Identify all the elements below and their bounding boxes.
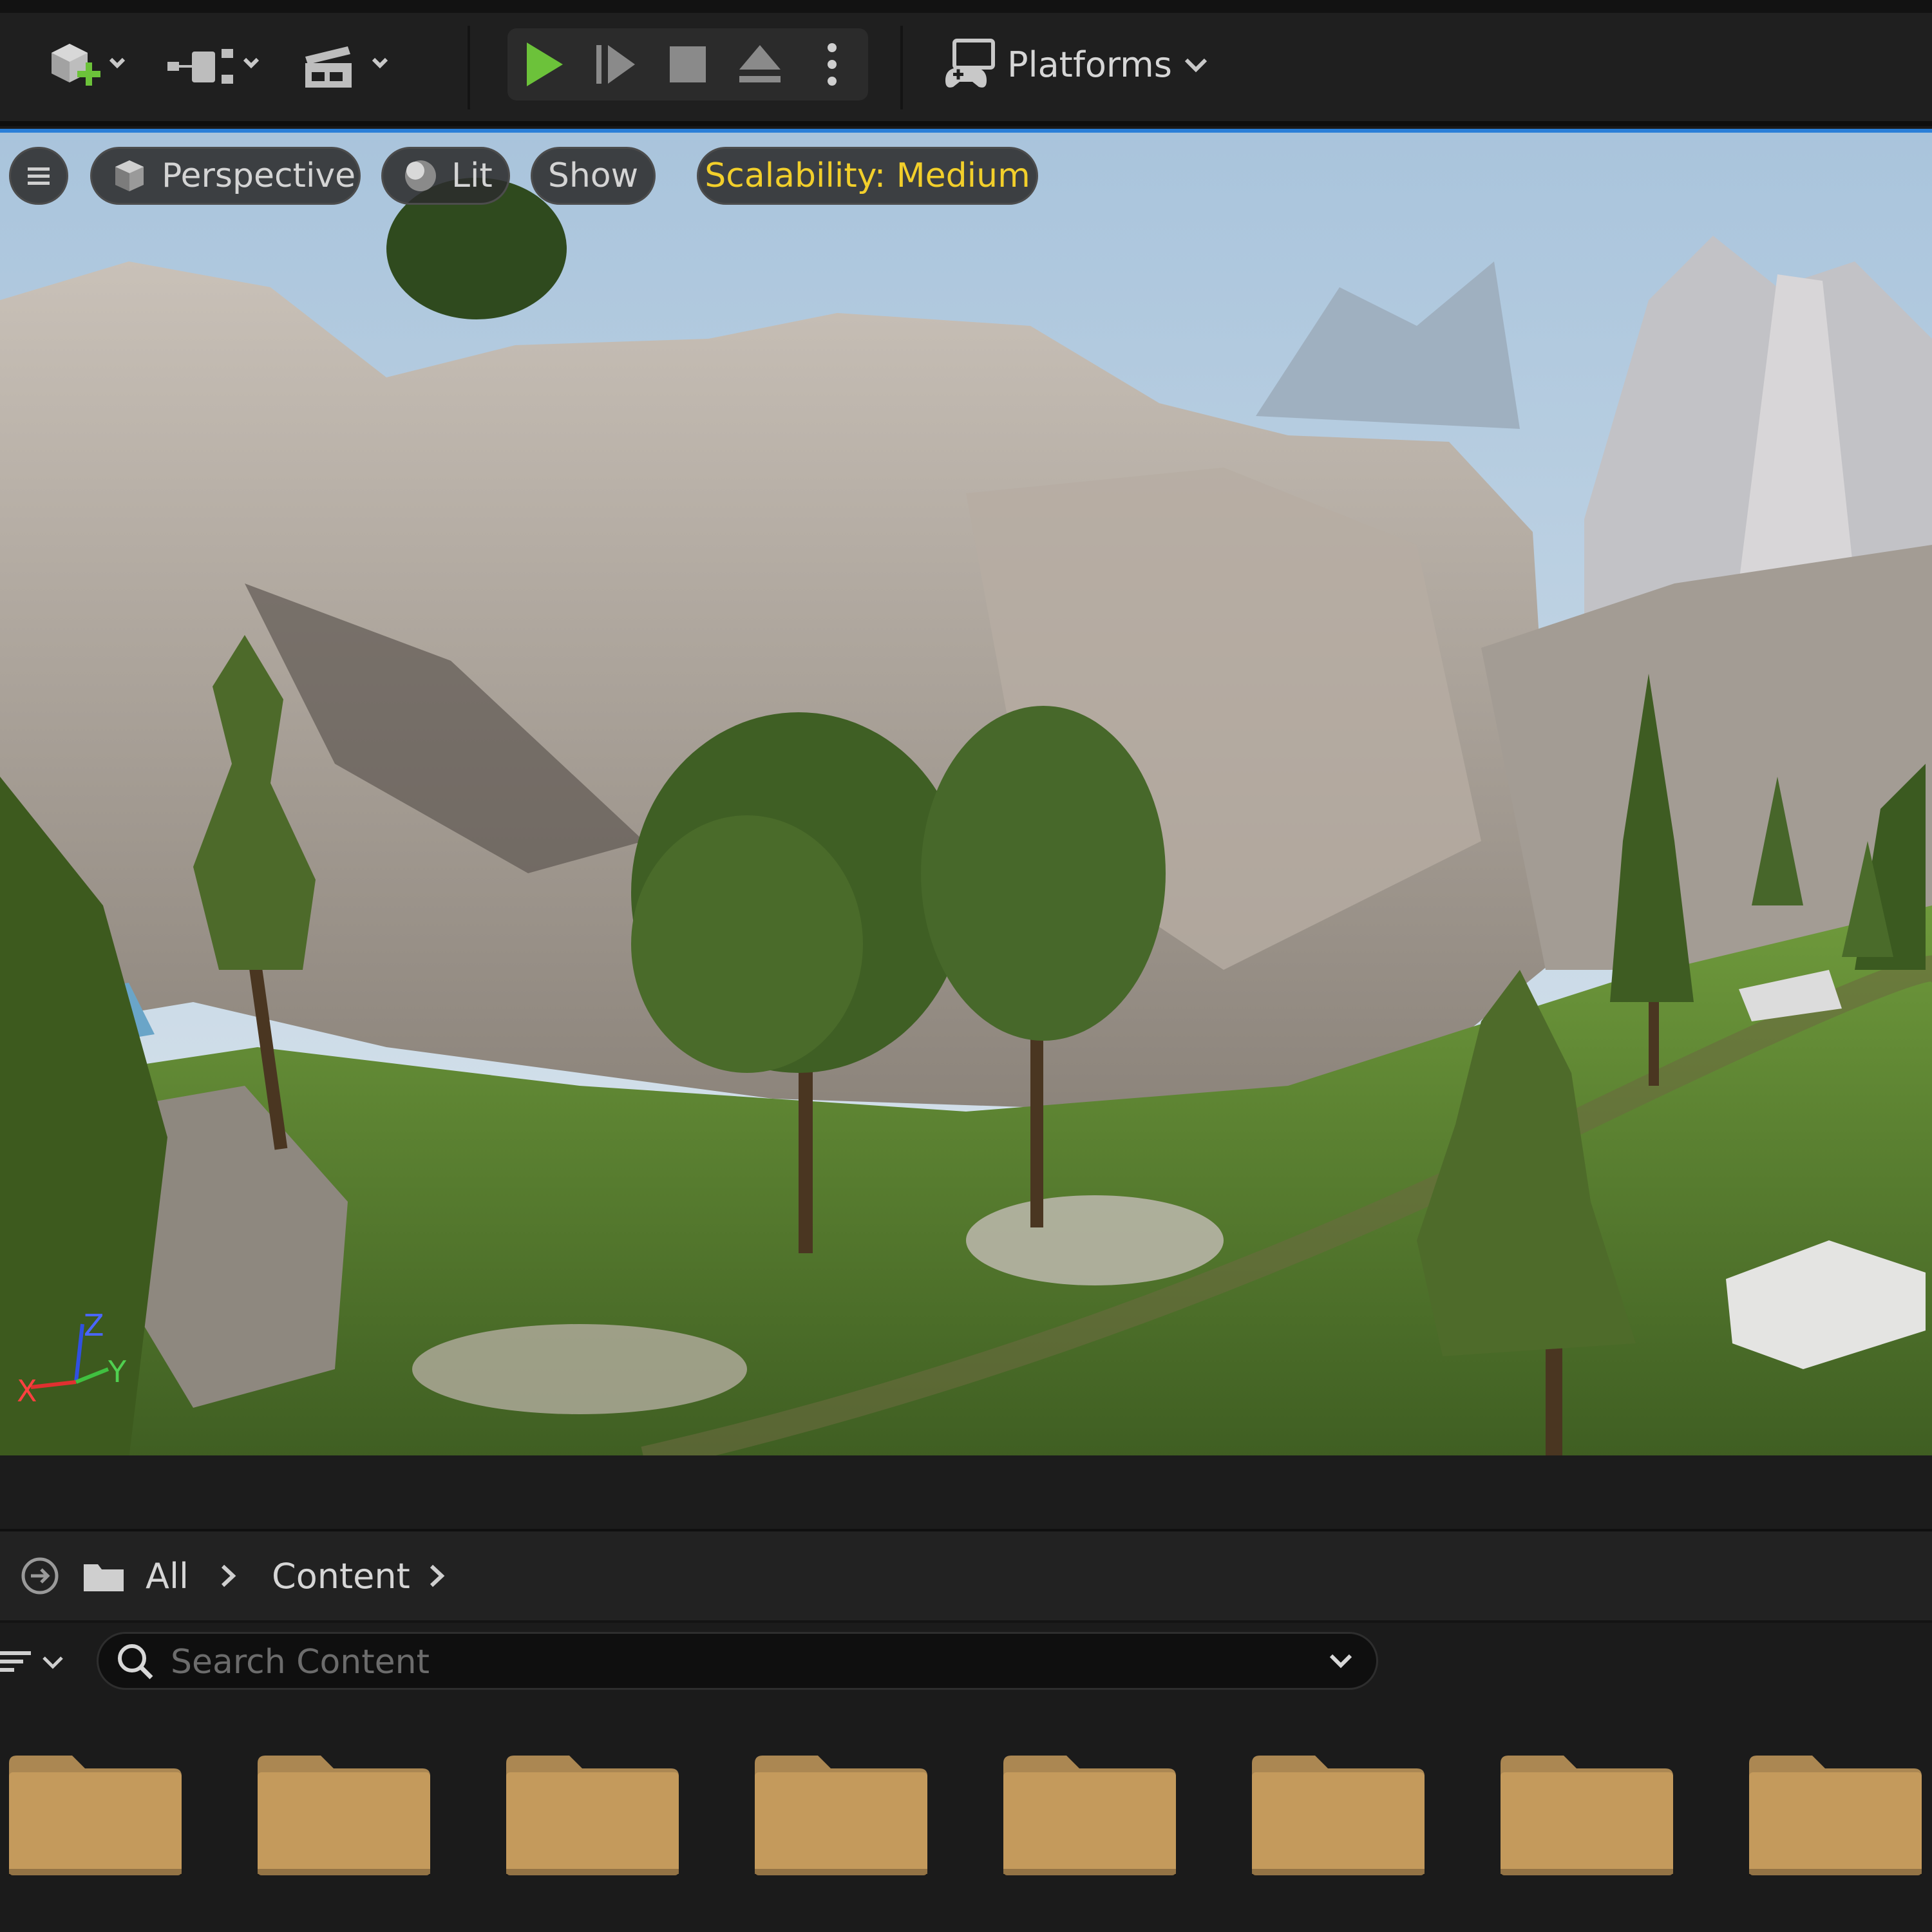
play-button[interactable] <box>507 28 580 100</box>
circle-arrow-right-icon <box>21 1557 59 1595</box>
search-icon <box>118 1644 153 1680</box>
content-browser-nav: All Content <box>0 1531 1932 1623</box>
lit-label: Lit <box>451 156 493 195</box>
search-box <box>97 1632 1378 1690</box>
eject-button[interactable] <box>724 28 796 100</box>
play-controls <box>507 28 868 100</box>
perspective-button[interactable]: Perspective <box>90 147 361 205</box>
breadcrumb-item-all[interactable]: All <box>146 1531 189 1620</box>
toolbar-divider <box>900 26 903 109</box>
filter-dropdown-button[interactable] <box>0 1636 77 1687</box>
rock-patch <box>412 1324 747 1414</box>
platforms-label: Platforms <box>1007 44 1172 85</box>
advance-frame-icon <box>596 45 635 84</box>
gamepad-monitor-icon <box>945 39 995 88</box>
scalability-label: Scalability: Medium <box>705 156 1030 195</box>
eject-icon <box>739 45 781 82</box>
quick-add-cube-plus-icon <box>52 44 126 86</box>
advance-frame-button[interactable] <box>580 28 652 100</box>
quick-add-button[interactable] <box>32 33 142 98</box>
blueprint-graph-icon <box>167 49 260 84</box>
axis-gizmo: Z X Y <box>17 1308 127 1408</box>
cinematics-button[interactable] <box>277 33 412 98</box>
show-flags-button[interactable]: Show <box>531 147 656 205</box>
stop-icon <box>670 46 706 82</box>
search-row <box>0 1623 1932 1719</box>
show-label: Show <box>547 156 639 195</box>
hamburger-icon <box>28 167 50 185</box>
folder-button[interactable] <box>81 1531 126 1620</box>
axis-x-label: X <box>17 1374 37 1408</box>
platforms-menu-button[interactable]: Platforms <box>940 28 1212 100</box>
folder-icon <box>1252 1756 1425 1875</box>
chevron-down-icon <box>1184 58 1207 73</box>
axis-y-label: Y <box>108 1354 127 1389</box>
title-strip <box>0 0 1932 13</box>
chevron-right-icon <box>221 1564 236 1587</box>
quick-add-group <box>32 33 412 98</box>
play-icon <box>527 43 563 86</box>
folder-icon <box>9 1756 182 1875</box>
panel-splitter <box>0 1455 1932 1531</box>
folder-icon <box>755 1756 927 1875</box>
stop-button[interactable] <box>652 28 724 100</box>
folder-icon <box>506 1756 679 1875</box>
folder-tile[interactable] <box>256 1747 431 1882</box>
lit-view-mode-button[interactable]: Lit <box>381 147 510 205</box>
scalability-button[interactable]: Scalability: Medium <box>697 147 1038 205</box>
perspective-cube-icon <box>115 160 144 191</box>
folder-tile[interactable] <box>753 1747 929 1882</box>
level-viewport[interactable]: Perspective Lit Show Scalability: Medium… <box>0 129 1932 1455</box>
folder-tile[interactable] <box>505 1747 680 1882</box>
search-content-input[interactable] <box>169 1639 1318 1685</box>
folder-tile[interactable] <box>1748 1747 1923 1882</box>
perspective-label: Perspective <box>162 156 356 195</box>
vertical-ellipsis-icon <box>828 43 837 86</box>
lit-sphere-icon <box>405 160 436 191</box>
clapperboard-icon <box>305 46 388 88</box>
play-options-button[interactable] <box>796 28 868 100</box>
toolbar-divider <box>468 26 470 109</box>
history-forward-button[interactable] <box>19 1531 61 1620</box>
rock-patch <box>966 1195 1224 1285</box>
folder-icon <box>1749 1756 1922 1875</box>
search-dropdown-chevron-icon[interactable] <box>1325 1645 1357 1678</box>
folder-icon <box>1003 1756 1176 1875</box>
folder-icon <box>258 1756 430 1875</box>
folder-tile[interactable] <box>8 1747 183 1882</box>
main-toolbar: Platforms <box>0 0 1932 126</box>
scene-render <box>0 133 1932 1455</box>
folder-tile[interactable] <box>1499 1747 1674 1882</box>
breadcrumb-separator <box>215 1531 241 1620</box>
filter-lines-icon <box>0 1651 31 1672</box>
folder-icon <box>84 1564 124 1591</box>
blueprints-button[interactable] <box>142 33 277 98</box>
chevron-right-icon <box>430 1564 445 1587</box>
breadcrumb-item-content[interactable]: Content <box>272 1531 410 1620</box>
chevron-down-icon <box>43 1656 63 1669</box>
folder-icon <box>1501 1756 1673 1875</box>
folder-tile[interactable] <box>1002 1747 1177 1882</box>
viewport-menu-button[interactable] <box>9 147 68 205</box>
axis-z-label: Z <box>84 1308 104 1343</box>
breadcrumb-separator <box>424 1531 450 1620</box>
folder-tile[interactable] <box>1251 1747 1426 1882</box>
